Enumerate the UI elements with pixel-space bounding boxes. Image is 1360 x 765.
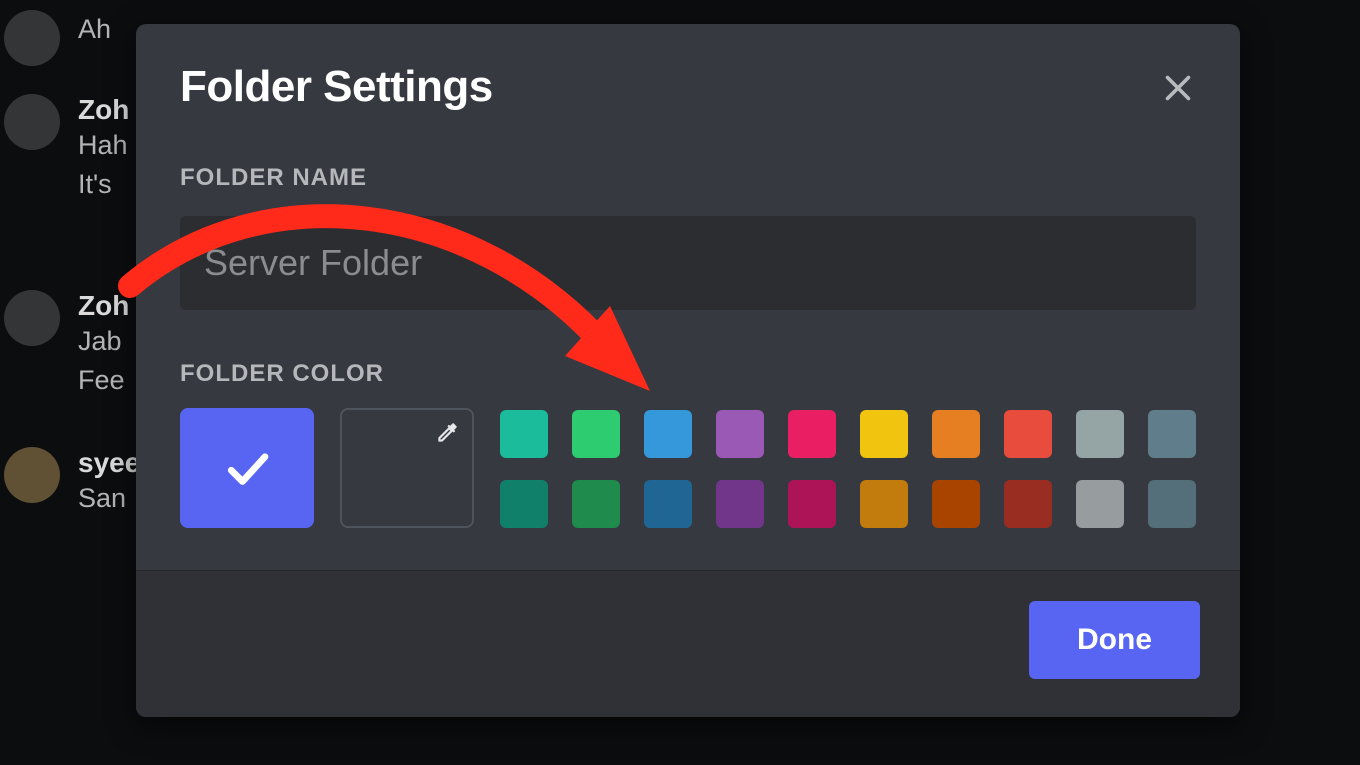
- chat-line: Ah: [78, 10, 111, 49]
- color-swatch[interactable]: [788, 410, 836, 458]
- folder-name-label: FOLDER NAME: [180, 164, 1196, 192]
- chat-username: syee: [78, 447, 140, 479]
- chat-row: syee San: [0, 447, 140, 518]
- selected-color-swatch[interactable]: [180, 408, 314, 528]
- color-swatch[interactable]: [860, 410, 908, 458]
- chat-line: Fee: [78, 361, 129, 400]
- color-swatch[interactable]: [644, 410, 692, 458]
- color-swatch[interactable]: [1004, 480, 1052, 528]
- chat-line: It's: [78, 165, 129, 204]
- checkmark-icon: [220, 441, 274, 495]
- modal-title: Folder Settings: [180, 62, 493, 112]
- color-swatch[interactable]: [500, 480, 548, 528]
- avatar: [4, 94, 60, 150]
- color-swatch[interactable]: [932, 480, 980, 528]
- color-swatch[interactable]: [932, 410, 980, 458]
- chat-line: Jab: [78, 322, 129, 361]
- eyedropper-icon: [434, 420, 460, 446]
- chat-row: Ah: [0, 10, 140, 66]
- chat-row: Zoh Jab Fee: [0, 290, 140, 400]
- color-swatch[interactable]: [716, 480, 764, 528]
- chat-username: Zoh: [78, 94, 129, 126]
- avatar: [4, 10, 60, 66]
- color-swatch[interactable]: [1004, 410, 1052, 458]
- chat-line: San: [78, 479, 140, 518]
- avatar: [4, 290, 60, 346]
- color-swatch[interactable]: [572, 410, 620, 458]
- chat-username: Zoh: [78, 290, 129, 322]
- color-swatch[interactable]: [572, 480, 620, 528]
- folder-settings-modal: Folder Settings FOLDER NAME FOLDER COLOR: [136, 24, 1240, 717]
- color-swatch[interactable]: [644, 480, 692, 528]
- color-swatch[interactable]: [1076, 410, 1124, 458]
- color-swatch[interactable]: [788, 480, 836, 528]
- folder-color-label: FOLDER COLOR: [180, 360, 1196, 388]
- close-icon: [1160, 70, 1196, 106]
- color-swatch[interactable]: [1076, 480, 1124, 528]
- chat-line: Hah: [78, 126, 129, 165]
- color-swatch[interactable]: [1148, 410, 1196, 458]
- close-button[interactable]: [1156, 66, 1200, 110]
- color-swatch-grid: [500, 408, 1196, 528]
- folder-name-input[interactable]: [180, 216, 1196, 310]
- color-swatch[interactable]: [500, 410, 548, 458]
- done-button[interactable]: Done: [1029, 601, 1200, 679]
- color-swatch[interactable]: [716, 410, 764, 458]
- color-swatch[interactable]: [860, 480, 908, 528]
- background-chat: Ah Zoh Hah It's Zoh Jab Fee syee San: [0, 0, 140, 765]
- color-swatch[interactable]: [1148, 480, 1196, 528]
- custom-color-swatch[interactable]: [340, 408, 474, 528]
- modal-footer: Done: [136, 570, 1240, 717]
- avatar: [4, 447, 60, 503]
- chat-row: Zoh Hah It's: [0, 94, 140, 204]
